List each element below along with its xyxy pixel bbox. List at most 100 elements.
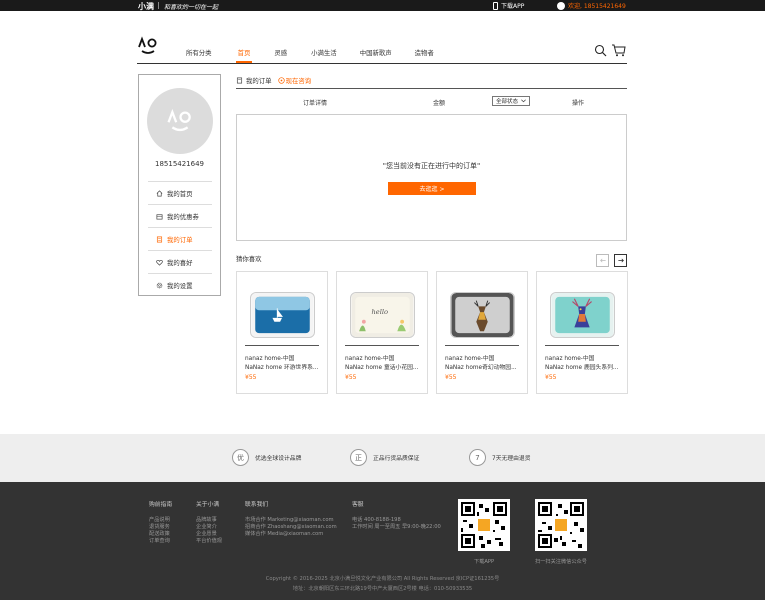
- next-button[interactable]: [614, 254, 627, 267]
- col-action: 操作: [572, 100, 585, 107]
- product-image[interactable]: [250, 292, 315, 338]
- app-qr-code: [458, 499, 510, 551]
- service-promise-bar: 优 优选全球设计品牌 正 正品行货品质保证 7 7天无理由退货: [0, 434, 765, 482]
- order-icon: [236, 77, 243, 84]
- status-filter-value: 全部状态: [496, 99, 519, 105]
- orders-table-header: 订单详情 金额 全部状态 操作: [236, 96, 627, 108]
- download-app-link[interactable]: 下载APP: [493, 1, 524, 10]
- user-phone: 18515421649: [155, 160, 204, 168]
- chevron-down-icon: [521, 99, 526, 103]
- phone-icon: [493, 1, 498, 10]
- qr-app-label: 下载APP: [474, 559, 495, 565]
- product-carousel: nanaz home-中国 NaNaz home 环游世界系... ¥55 he…: [236, 271, 628, 394]
- svg-text:hello: hello: [372, 308, 389, 316]
- orders-empty-panel: "您当前没有正在进行中的订单" 去逛逛 >: [236, 114, 627, 241]
- footer-col-title: 购前指南: [149, 502, 173, 508]
- coupon-icon: [156, 213, 163, 219]
- nav-all-categories[interactable]: 所有分类: [186, 48, 212, 64]
- product-name[interactable]: NaNaz home 童话小花园...: [345, 362, 419, 371]
- footer-col-service: 客服 电话 400-8188-198 工作时间 周一至周五 早9:00-晚22:…: [352, 499, 441, 531]
- product-image[interactable]: [550, 292, 615, 338]
- sidebar-item-label: 我的设置: [167, 281, 193, 290]
- footer-link[interactable]: 平台价值观: [196, 538, 222, 545]
- orders-title: 我的订单: [246, 77, 272, 85]
- status-filter-select[interactable]: 全部状态: [492, 96, 530, 106]
- product-name[interactable]: NaNaz home 鹿园头系列...: [545, 362, 619, 371]
- product-image[interactable]: [450, 292, 515, 338]
- nav-xiaoman-life[interactable]: 小满生活: [311, 48, 337, 64]
- promise-text: 正品行货品质保证: [373, 456, 420, 462]
- account-sidebar: 18515421649 我的首页 我的优惠券 我的订单 我的喜好 我的设置: [138, 74, 221, 296]
- product-name[interactable]: NaNaz home奇幻动物园...: [445, 362, 519, 371]
- nav-home[interactable]: 首页: [235, 48, 253, 64]
- main-nav: 所有分类 首页 灵感 小满生活 中国新歌声 造物者: [186, 48, 434, 64]
- top-slogan: 和喜欢的一切在一起: [164, 4, 219, 11]
- footer-link[interactable]: 订单查询: [149, 538, 172, 545]
- footer-col-contact: 联系我们 市场合作 Marketing@xiaoman.com 招商合作 Zha…: [245, 499, 337, 538]
- product-card[interactable]: nanaz home-中国 NaNaz home 鹿园头系列... ¥55: [536, 271, 628, 394]
- download-app-label: 下载APP: [501, 3, 525, 10]
- sidebar-item-orders[interactable]: 我的订单: [148, 227, 212, 250]
- top-divider: [158, 2, 159, 9]
- nav-sing-china[interactable]: 中国新歌声: [360, 48, 392, 64]
- site-logo[interactable]: [137, 36, 159, 56]
- promise-badge-icon: 优: [232, 449, 249, 466]
- product-price: ¥55: [445, 374, 457, 381]
- go-shopping-button[interactable]: 去逛逛 >: [388, 182, 476, 195]
- welcome-text: 欢迎, 18515421649: [568, 3, 626, 10]
- footer-col-title: 客服: [352, 502, 364, 508]
- top-brand[interactable]: 小满: [138, 1, 154, 12]
- sidebar-item-home[interactable]: 我的首页: [148, 181, 212, 204]
- orders-header: 我的订单 现在咨询: [236, 76, 311, 85]
- footer-contact: 市场合作 Marketing@xiaoman.com: [245, 517, 334, 523]
- card-divider: [545, 345, 619, 346]
- user-avatar[interactable]: [147, 88, 213, 154]
- sidebar-item-label: 我的喜好: [167, 258, 193, 267]
- prev-button[interactable]: [596, 254, 609, 267]
- sidebar-item-coupons[interactable]: 我的优惠券: [148, 204, 212, 227]
- top-bar: 小满 和喜欢的一切在一起 下载APP 欢迎, 18515421649: [0, 0, 765, 11]
- qr-wechat-label: 扫一扫关注微信公众号: [535, 559, 587, 565]
- recommend-title: 猜你喜欢: [236, 255, 262, 263]
- footer-link[interactable]: 产品说明: [149, 517, 172, 524]
- sidebar-menu: 我的首页 我的优惠券 我的订单 我的喜好 我的设置: [148, 181, 212, 296]
- footer-col-about: 关于小满 品牌故事 企业简介 企业愿景 平台价值观: [196, 499, 222, 545]
- footer-link[interactable]: 退货服务: [149, 524, 172, 531]
- consult-link[interactable]: 现在咨询: [277, 76, 311, 85]
- footer-link[interactable]: 品牌故事: [196, 517, 222, 524]
- footer-link[interactable]: 配送政策: [149, 531, 172, 538]
- sidebar-item-settings[interactable]: 我的设置: [148, 273, 212, 296]
- user-welcome[interactable]: 欢迎, 18515421649: [557, 1, 626, 10]
- nav-inspiration[interactable]: 灵感: [274, 48, 287, 64]
- promise-text: 优选全球设计品牌: [255, 456, 302, 462]
- sidebar-item-favorites[interactable]: 我的喜好: [148, 250, 212, 273]
- arrow-left-icon: [599, 258, 606, 263]
- footer-link[interactable]: 企业简介: [196, 524, 222, 531]
- footer-link[interactable]: 企业愿景: [196, 531, 222, 538]
- product-card[interactable]: nanaz home-中国 NaNaz home 环游世界系... ¥55: [236, 271, 328, 394]
- footer-contact: 招商合作 Zhaoshang@xiaoman.com: [245, 524, 337, 530]
- product-brand: nanaz home-中国: [445, 356, 495, 362]
- qr-code-icon: [538, 502, 584, 548]
- card-divider: [345, 345, 419, 346]
- search-icon[interactable]: [594, 44, 607, 57]
- orders-divider: [236, 88, 627, 89]
- home-icon: [156, 189, 163, 196]
- product-card[interactable]: hello nanaz home-中国 NaNaz home 童话小花园... …: [336, 271, 428, 394]
- nav-creators[interactable]: 造物者: [415, 48, 434, 64]
- product-brand: nanaz home-中国: [245, 356, 295, 362]
- product-name[interactable]: NaNaz home 环游世界系...: [245, 362, 319, 371]
- product-card[interactable]: nanaz home-中国 NaNaz home奇幻动物园... ¥55: [436, 271, 528, 394]
- address-text: 地址：北京朝阳区东三环北路19号中产大厦西区2号楼 电话：010-5093353…: [292, 586, 473, 592]
- wechat-qr-code: [535, 499, 587, 551]
- arrow-right-icon: [617, 258, 624, 263]
- copyright-text: Copyright © 2016-2025 北京小满旦悦文化产业有限公司 All…: [265, 576, 500, 582]
- product-brand: nanaz home-中国: [545, 356, 595, 362]
- product-image[interactable]: hello: [350, 292, 415, 338]
- col-amount: 金额: [433, 100, 446, 107]
- promise-item: 7 7天无理由退货: [469, 449, 530, 466]
- product-brand: nanaz home-中国: [345, 356, 395, 362]
- promise-text: 7天无理由退货: [492, 456, 531, 462]
- card-divider: [245, 345, 319, 346]
- cart-icon[interactable]: [611, 44, 626, 57]
